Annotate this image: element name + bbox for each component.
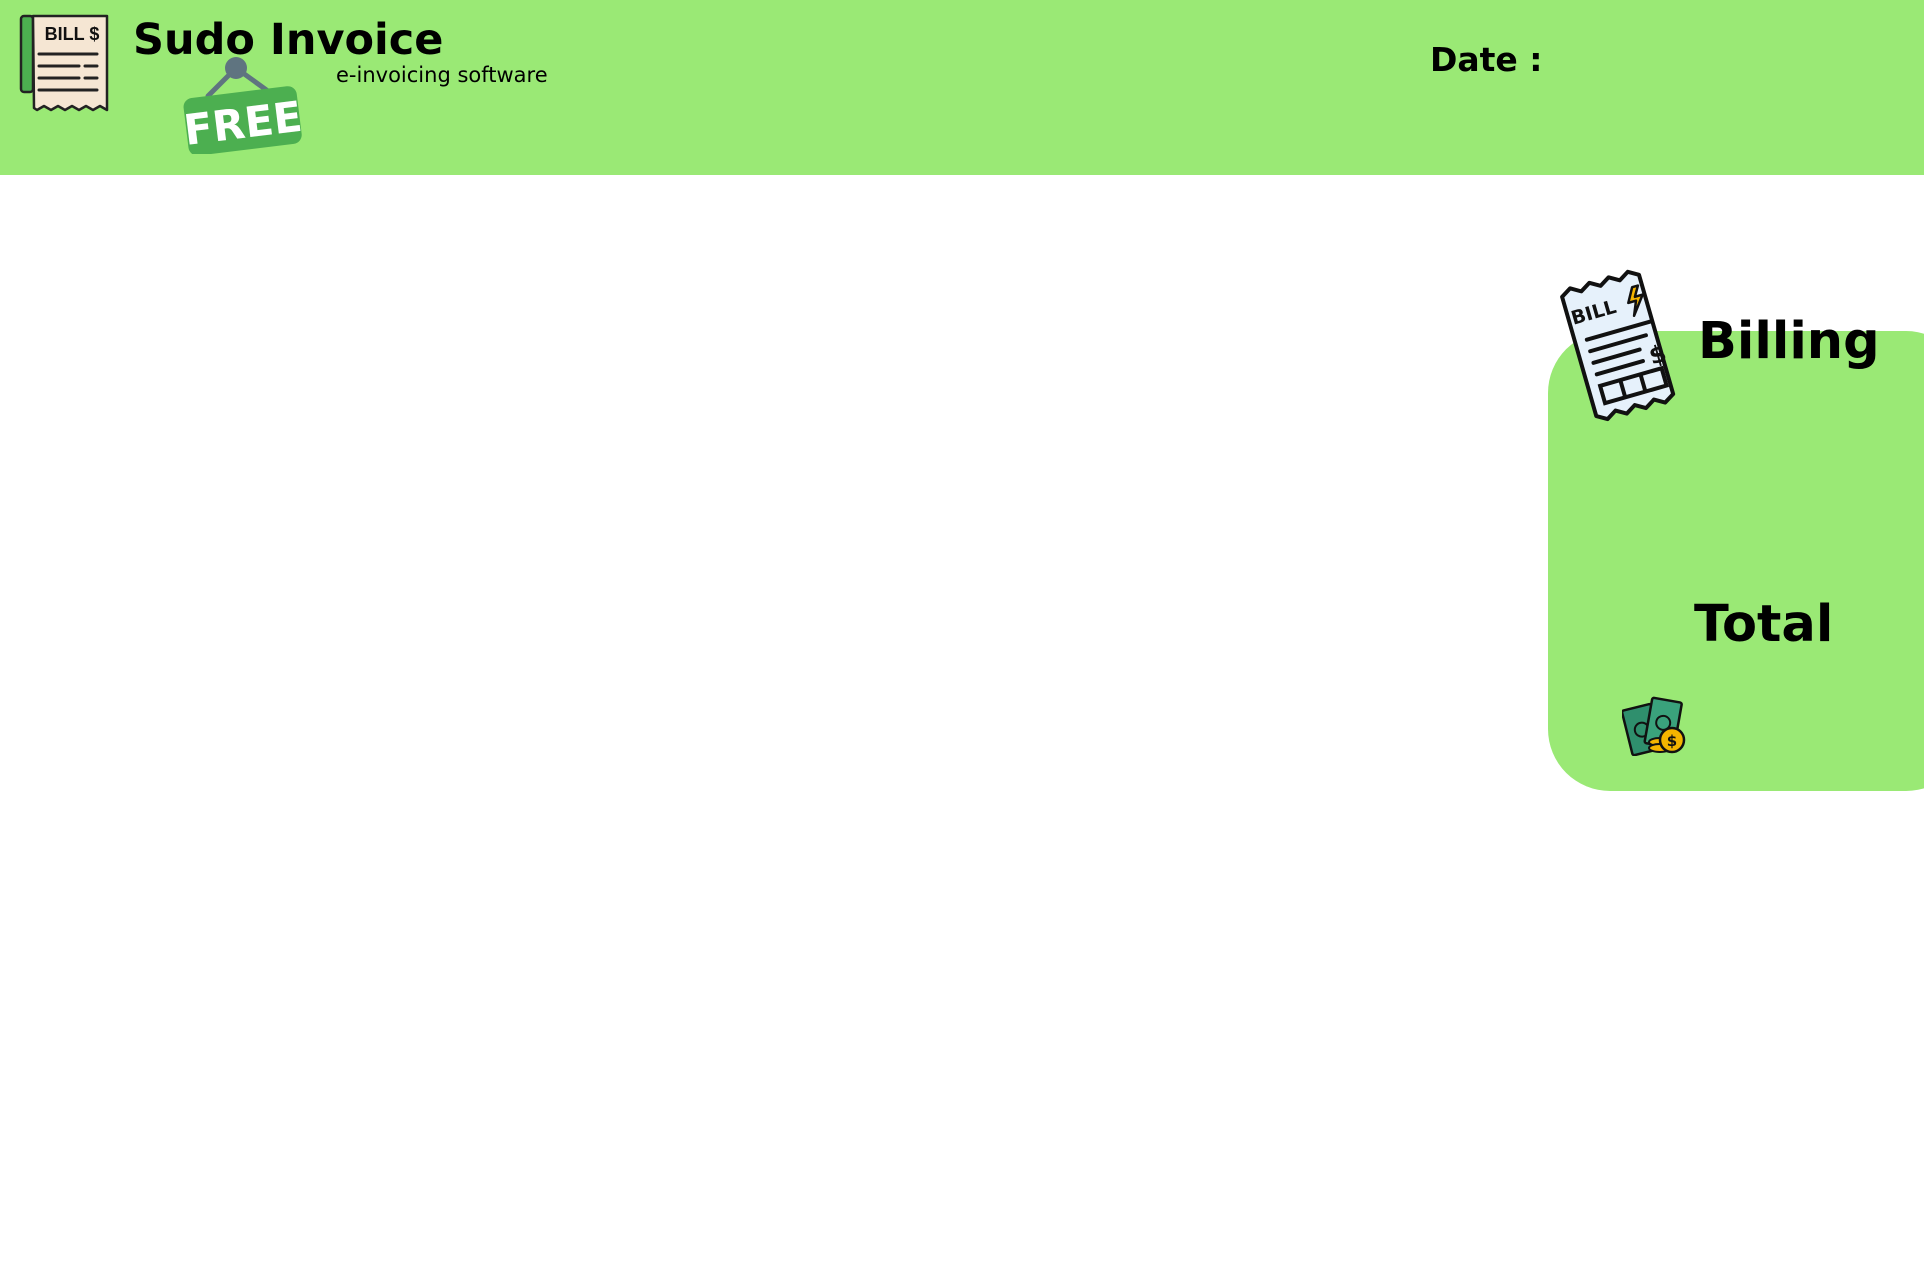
date-label: Date : (1430, 40, 1543, 79)
bill-receipt-icon: BILL $ (19, 14, 109, 112)
app-subtitle: e-invoicing software (336, 63, 548, 87)
logo-text: BILL $ (45, 24, 100, 44)
free-sign-icon: FREE (181, 57, 304, 154)
header-bar: BILL $ Sudo Invoice FREE e-invoicing sof… (0, 0, 1924, 175)
total-label: Total (1694, 595, 1834, 654)
svg-text:$: $ (1667, 732, 1677, 750)
money-coins-icon: $ (1622, 696, 1686, 756)
billing-title: Billing (1698, 312, 1880, 371)
bill-paper-icon: BILL $ (1560, 269, 1676, 422)
